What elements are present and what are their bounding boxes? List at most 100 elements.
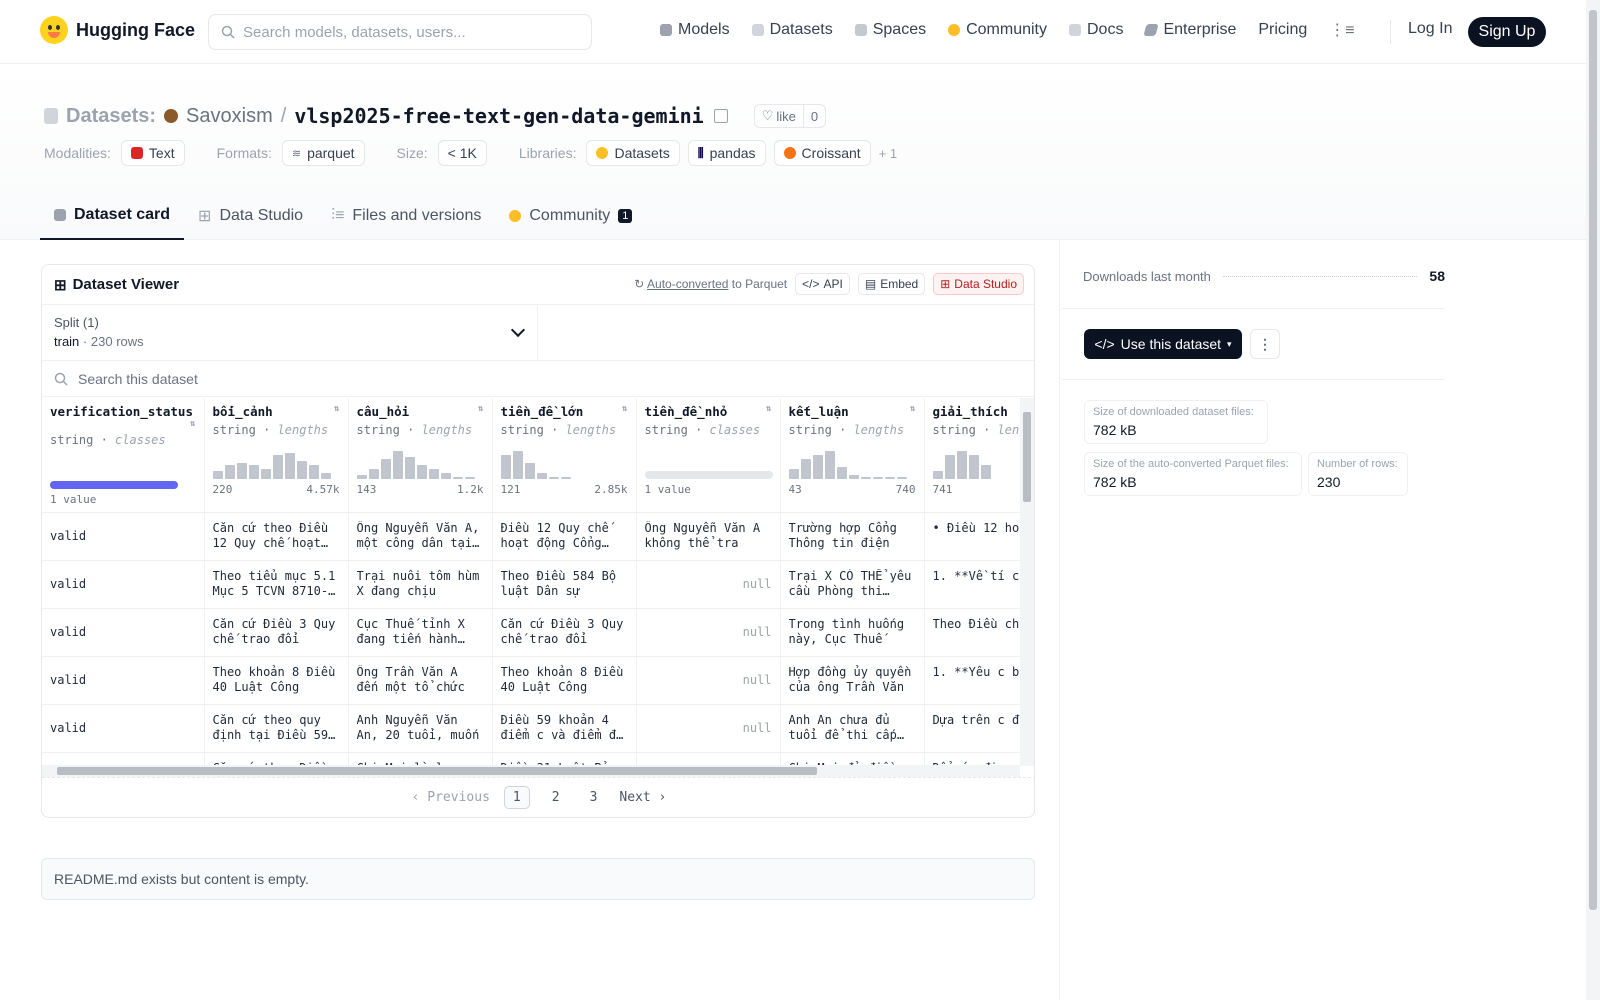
- repo-name[interactable]: vlsp2025-free-text-gen-data-gemini: [294, 104, 703, 128]
- histogram-bar[interactable]: [896, 477, 907, 479]
- nav-community[interactable]: Community: [948, 21, 1047, 39]
- sort-icon[interactable]: ⇅: [478, 404, 483, 414]
- embed-button[interactable]: ▤ Embed: [857, 273, 926, 295]
- table-cell[interactable]: null: [636, 656, 781, 705]
- nav-pricing[interactable]: Pricing: [1258, 21, 1307, 39]
- previous-page[interactable]: ‹ Previous: [412, 790, 490, 805]
- histogram-bar[interactable]: [548, 477, 559, 479]
- table-cell[interactable]: Trại X CÓ THỂ yêu cầu Phòng thi…: [780, 560, 925, 609]
- table-cell[interactable]: Căn cứ theo Điều: [204, 752, 349, 766]
- horizontal-scroll-thumb[interactable]: [57, 767, 817, 775]
- table-cell[interactable]: Trong tình huống này, Cục Thuế tỉn…: [780, 608, 925, 657]
- library-chip-datasets[interactable]: Datasets: [586, 140, 680, 166]
- table-cell[interactable]: null: [636, 752, 781, 766]
- histogram-bar[interactable]: [860, 477, 871, 479]
- tab-data-studio[interactable]: ⊞ Data Studio: [184, 192, 317, 240]
- table-vertical-scrollbar[interactable]: [1020, 398, 1034, 766]
- hf-logo[interactable]: Hugging Face: [40, 16, 195, 44]
- histogram-bar[interactable]: [212, 471, 223, 479]
- tab-files[interactable]: ⫶≡ Files and versions: [317, 192, 495, 240]
- copy-icon[interactable]: [713, 109, 728, 123]
- histogram-bar[interactable]: [560, 477, 571, 479]
- table-cell[interactable]: valid: [42, 560, 205, 609]
- more-libraries[interactable]: + 1: [879, 146, 897, 161]
- table-cell[interactable]: Anh Nguyễn Văn An, 20 tuổi, muốn thi…: [348, 704, 493, 753]
- nav-enterprise[interactable]: Enterprise: [1143, 21, 1236, 39]
- histogram-bar[interactable]: [848, 475, 859, 479]
- tab-dataset-card[interactable]: Dataset card: [40, 192, 185, 240]
- nav-models[interactable]: Models: [660, 21, 730, 39]
- table-horizontal-scrollbar[interactable]: [42, 765, 1020, 777]
- sort-icon[interactable]: ⇅: [334, 404, 339, 414]
- page-3[interactable]: 3: [582, 787, 606, 808]
- table-cell[interactable]: Theo Điều chế 2413/Q: [924, 608, 1020, 657]
- table-cell[interactable]: valid: [42, 752, 205, 766]
- histogram-bar[interactable]: [932, 471, 943, 479]
- format-chip[interactable]: ≋ parquet: [281, 140, 365, 166]
- histogram-bar[interactable]: [872, 477, 883, 479]
- table-cell[interactable]: null: [636, 608, 781, 657]
- table-cell[interactable]: Theo khoản 8 Điều 40 Luật Công chứn…: [204, 656, 349, 705]
- library-chip-pandas[interactable]: ⫴ pandas: [687, 140, 766, 166]
- table-cell[interactable]: Theo Điều 584 Bộ luật Dân sự 2015,…: [492, 560, 637, 609]
- table-cell[interactable]: Chị Mai là lao: [348, 752, 493, 766]
- nav-datasets[interactable]: Datasets: [751, 21, 833, 39]
- histogram-bar[interactable]: [428, 469, 439, 479]
- table-cell[interactable]: Căn cứ theo Điều 12 Quy chế hoạt…: [204, 512, 349, 561]
- tab-community[interactable]: Community 1: [495, 192, 646, 240]
- table-cell[interactable]: Dựa trên c định của L: [924, 704, 1020, 753]
- global-search[interactable]: [208, 14, 592, 50]
- histogram-bar[interactable]: [260, 469, 271, 479]
- size-chip[interactable]: < 1K: [437, 140, 487, 166]
- table-cell[interactable]: null: [636, 560, 781, 609]
- histogram-bar[interactable]: [524, 463, 535, 479]
- histogram-bar[interactable]: [536, 473, 547, 479]
- table-cell[interactable]: Điều 59 khoản 4 điểm c và điểm đ…: [492, 704, 637, 753]
- histogram-bar[interactable]: [284, 453, 295, 479]
- table-cell[interactable]: Điều 31 Luật Bảo: [492, 752, 637, 766]
- table-cell[interactable]: valid: [42, 512, 205, 561]
- histogram-bar[interactable]: [980, 465, 991, 479]
- histogram-bar[interactable]: [812, 455, 823, 479]
- table-cell[interactable]: Trường hợp Cổng Thông tin điện tử…: [780, 512, 925, 561]
- histogram-bar[interactable]: [824, 451, 835, 479]
- histogram-bar[interactable]: [296, 461, 307, 479]
- signup-button[interactable]: Sign Up: [1468, 17, 1546, 47]
- column-header[interactable]: giải_thích⇅string · lengths741: [924, 398, 1020, 513]
- library-chip-croissant[interactable]: Croissant: [773, 140, 871, 166]
- use-dataset-button[interactable]: </> Use this dataset ▾: [1084, 329, 1242, 359]
- table-cell[interactable]: Chị Mai đủ điều: [780, 752, 925, 766]
- histogram-bar[interactable]: [248, 465, 259, 479]
- page-2[interactable]: 2: [544, 787, 568, 808]
- nav-docs[interactable]: Docs: [1069, 21, 1123, 39]
- table-cell[interactable]: Để xác địn: [924, 752, 1020, 766]
- table-cell[interactable]: 1. **Yêu c buộc về bả: [924, 656, 1020, 705]
- histogram-bar[interactable]: [884, 477, 895, 479]
- histogram-bar[interactable]: [368, 469, 379, 479]
- column-header[interactable]: tiền_đề_nhỏ ⇅ string · classes 1 value: [636, 398, 781, 513]
- nav-spaces[interactable]: Spaces: [854, 21, 926, 39]
- table-row[interactable]: valid Căn cứ theo Điều 12 Quy chế hoạt… Ôn…: [42, 512, 1020, 561]
- column-header[interactable]: kết_luận ⇅ string · lengths 43 740: [780, 398, 925, 513]
- data-studio-button[interactable]: ⊞ Data Studio: [933, 273, 1024, 295]
- table-cell[interactable]: Anh An chưa đủ tuổi để thi cấp…: [780, 704, 925, 753]
- histogram-bar[interactable]: [356, 475, 367, 479]
- table-cell[interactable]: Theo khoản 8 Điều 40 Luật Công chứn…: [492, 656, 637, 705]
- table-cell[interactable]: Căn cứ theo quy định tại Điều 59…: [204, 704, 349, 753]
- table-row[interactable]: validTheo khoản 8 Điều 40 Luật Công chứn…: [42, 656, 1020, 705]
- histogram-bar[interactable]: [416, 465, 427, 479]
- class-distribution-bar[interactable]: [50, 481, 178, 489]
- page-1[interactable]: 1: [503, 786, 530, 809]
- table-cell[interactable]: Ông Nguyễn Văn A không thể tra cứu…: [636, 512, 781, 561]
- table-cell[interactable]: Hợp đồng ủy quyền của ông Trần Văn …: [780, 656, 925, 705]
- global-search-input[interactable]: [243, 23, 563, 41]
- table-cell[interactable]: Theo tiểu mục 5.1 Mục 5 TCVN 8710-…: [204, 560, 349, 609]
- table-cell[interactable]: Cục Thuế tỉnh X đang tiến hành…: [348, 608, 493, 657]
- table-cell[interactable]: Căn cứ Điều 3 Quy chế trao đổi thôn…: [204, 608, 349, 657]
- column-header[interactable]: verification_status ⇅ string · classes 1 va…: [42, 398, 205, 513]
- sort-icon[interactable]: ⇅: [190, 419, 195, 429]
- histogram-bar[interactable]: [272, 455, 283, 479]
- sort-icon[interactable]: ⇅: [622, 404, 627, 414]
- histogram-bar[interactable]: [224, 465, 235, 479]
- table-cell[interactable]: valid: [42, 656, 205, 705]
